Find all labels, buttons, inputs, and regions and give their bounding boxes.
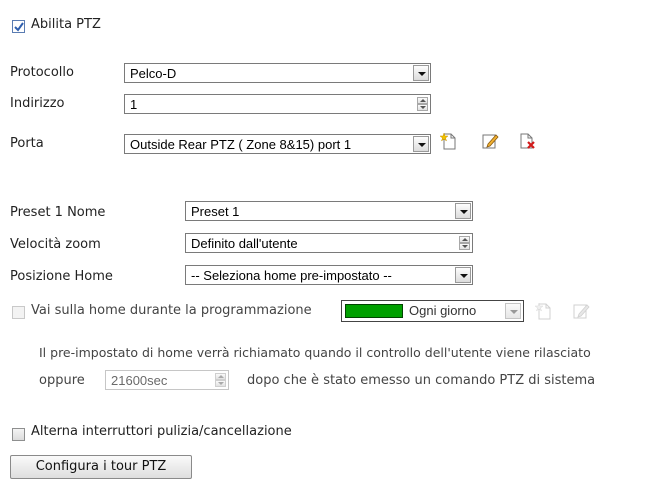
zoom-speed-value: Definito dall'utente bbox=[191, 236, 298, 251]
preset-name-value: Preset 1 bbox=[191, 204, 240, 219]
home-position-value: -- Seleziona home pre-impostato -- bbox=[191, 268, 392, 283]
address-label: Indirizzo bbox=[10, 96, 65, 111]
protocol-value: Pelco-D bbox=[130, 66, 177, 81]
delete-document-icon[interactable] bbox=[518, 132, 536, 150]
wiper-toggle-label: Alterna interruttori pulizia/cancellazio… bbox=[31, 424, 292, 439]
spin-up-icon[interactable] bbox=[417, 97, 428, 104]
goto-home-label: Vai sulla home durante la programmazione bbox=[31, 303, 312, 318]
address-spinner[interactable]: 1 bbox=[124, 94, 431, 114]
port-select[interactable]: Outside Rear PTZ ( Zone 8&15) port 1 bbox=[124, 134, 431, 154]
address-value: 1 bbox=[130, 97, 138, 112]
home-position-select[interactable]: -- Seleziona home pre-impostato -- bbox=[185, 265, 473, 285]
schedule-value: Ogni giorno bbox=[409, 303, 477, 318]
preset-name-label: Preset 1 Nome bbox=[10, 205, 106, 220]
edit-schedule-icon[interactable] bbox=[572, 302, 590, 320]
spin-down-icon[interactable] bbox=[215, 380, 226, 387]
zoom-speed-spinner[interactable]: Definito dall'utente bbox=[185, 233, 473, 253]
configure-tours-button[interactable]: Configura i tour PTZ bbox=[10, 455, 192, 479]
chevron-down-icon[interactable] bbox=[413, 136, 429, 152]
goto-home-checkbox[interactable] bbox=[12, 306, 25, 319]
chevron-down-icon[interactable] bbox=[455, 267, 471, 283]
spin-up-icon[interactable] bbox=[459, 236, 470, 243]
spin-down-icon[interactable] bbox=[417, 104, 428, 111]
chevron-down-icon[interactable] bbox=[505, 303, 521, 319]
edit-icon[interactable] bbox=[481, 132, 499, 150]
home-timeout-value: 21600sec bbox=[111, 373, 168, 388]
chevron-down-icon[interactable] bbox=[413, 65, 429, 81]
or-label: oppure bbox=[39, 373, 85, 388]
enable-ptz-label: Abilita PTZ bbox=[31, 17, 101, 32]
protocol-select[interactable]: Pelco-D bbox=[124, 63, 431, 83]
home-info-line1: Il pre-impostato di home verrà richiamat… bbox=[39, 345, 591, 360]
schedule-select[interactable]: Ogni giorno bbox=[341, 300, 524, 322]
home-timeout-after-text: dopo che è stato emesso un comando PTZ d… bbox=[247, 373, 596, 388]
port-label: Porta bbox=[10, 136, 44, 151]
wiper-toggle-checkbox[interactable] bbox=[12, 428, 25, 441]
preset-name-select[interactable]: Preset 1 bbox=[185, 201, 473, 221]
checkmark-icon bbox=[14, 22, 24, 32]
port-value: Outside Rear PTZ ( Zone 8&15) port 1 bbox=[130, 137, 352, 152]
home-position-label: Posizione Home bbox=[10, 269, 113, 284]
chevron-down-icon[interactable] bbox=[455, 203, 471, 219]
new-schedule-icon[interactable] bbox=[535, 302, 553, 320]
home-timeout-spinner[interactable]: 21600sec bbox=[105, 370, 229, 390]
schedule-color-swatch bbox=[345, 304, 403, 318]
spin-up-icon[interactable] bbox=[215, 373, 226, 380]
enable-ptz-checkbox[interactable] bbox=[12, 20, 25, 33]
spin-down-icon[interactable] bbox=[459, 243, 470, 250]
zoom-speed-label: Velocità zoom bbox=[10, 237, 101, 252]
new-document-icon[interactable] bbox=[440, 132, 458, 150]
protocol-label: Protocollo bbox=[10, 65, 74, 80]
